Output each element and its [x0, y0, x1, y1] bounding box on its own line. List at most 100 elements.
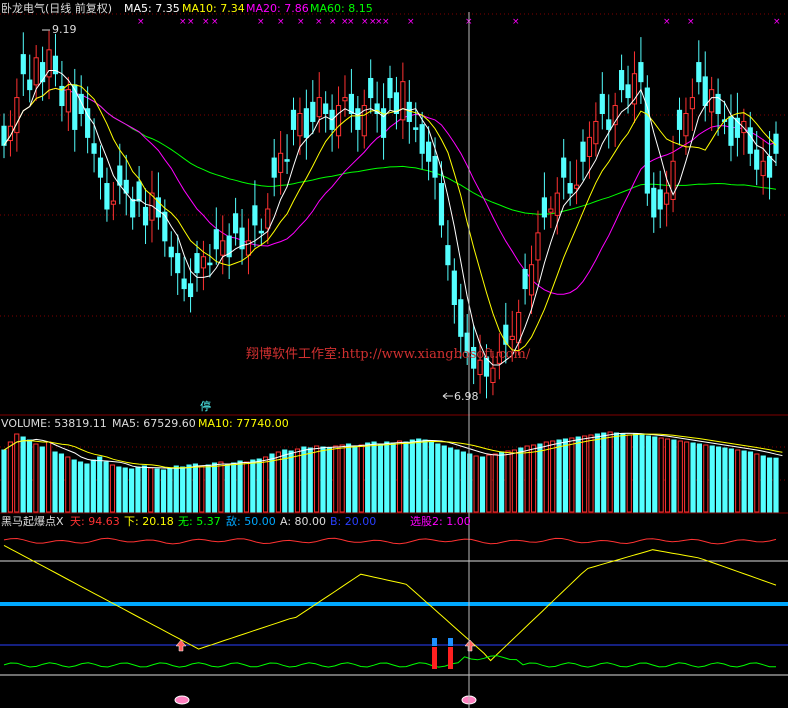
volume-bar: [422, 439, 428, 513]
volume-bar: [160, 469, 167, 513]
volume-bar: [307, 447, 313, 513]
candle-body: [766, 155, 773, 178]
volume-bar: [396, 440, 403, 513]
signal-bar: [432, 647, 437, 669]
volume-bar: [103, 461, 109, 513]
candle-body: [168, 246, 174, 258]
candle-body: [400, 81, 406, 121]
watermark: 翔博软件工作室:http://www.xiangbosoft.com/: [246, 346, 531, 362]
candle-body: [65, 89, 71, 113]
candle-body: [573, 184, 580, 189]
candle-body: [426, 141, 432, 162]
candle-body: [702, 76, 708, 107]
stock-chart[interactable]: ×××××××××××××××××××××× 翔博软件工作室:http://ww…: [0, 0, 788, 708]
volume-bar: [243, 461, 250, 513]
candle-body: [458, 299, 464, 337]
signal-x-mark: ×: [211, 17, 219, 27]
volume-bar: [767, 457, 773, 513]
candle-body: [355, 108, 361, 130]
volume-bar: [275, 451, 281, 513]
volume-bar: [613, 432, 620, 513]
volume-bar: [390, 442, 396, 513]
volume-bar: [377, 443, 384, 513]
wu-line: [3, 655, 777, 668]
signal-x-mark: ×: [361, 17, 369, 27]
volume-bar: [747, 451, 754, 513]
volume-bar: [326, 447, 332, 513]
volume-bar: [435, 443, 441, 513]
volume-bar: [141, 465, 147, 513]
volume-bar: [39, 446, 45, 513]
candle-body: [664, 192, 670, 205]
volume-bar: [148, 467, 154, 513]
candle-body: [200, 256, 207, 269]
candle-body: [586, 136, 593, 157]
volume-bar: [250, 459, 256, 513]
candle-body: [580, 141, 586, 162]
candle-body: [20, 54, 26, 75]
volume-bar: [543, 441, 549, 513]
volume-bar: [760, 455, 766, 513]
volume-bar: [505, 450, 511, 513]
signal-x-mark: ×: [512, 17, 520, 27]
b-label: B: 20.00: [330, 515, 376, 528]
candle-body: [136, 181, 142, 202]
volume-bar: [492, 453, 498, 513]
volume-bar: [116, 466, 122, 513]
volume-bar: [180, 466, 186, 513]
wu-label: 无: 5.37: [178, 515, 221, 528]
volume-bar: [773, 457, 779, 513]
candle-body: [181, 278, 187, 290]
candle-body: [754, 149, 760, 170]
volume-bar: [499, 451, 505, 513]
volume-bar: [218, 461, 224, 513]
candle-body: [284, 159, 290, 162]
candle-body: [548, 208, 554, 213]
di-label: 敌: 50.00: [226, 514, 276, 528]
ma20-label: MA20: 7.86: [246, 2, 309, 15]
candle-body: [528, 264, 535, 296]
candle-body: [14, 97, 20, 134]
candle-body: [554, 192, 560, 216]
candle-body: [503, 324, 509, 345]
volume-bar: [703, 444, 709, 513]
tian-line: [3, 537, 777, 545]
volume-bar: [294, 448, 301, 513]
candle-body: [683, 113, 689, 137]
volume-bar: [677, 440, 683, 513]
volume-bar: [33, 443, 39, 513]
candle-body: [625, 84, 631, 99]
volume-bar: [467, 453, 473, 513]
signal-x-mark: ×: [315, 17, 323, 27]
candle-body: [162, 211, 168, 242]
ma60-label: MA60: 8.15: [310, 2, 373, 15]
signal-bar: [448, 647, 453, 669]
candle-body: [419, 124, 425, 154]
volume-bar: [524, 445, 530, 513]
candle-body: [676, 109, 683, 130]
candle-body: [104, 183, 110, 210]
candle-body: [657, 189, 663, 210]
volume-bar: [601, 432, 607, 513]
volume-bar: [256, 458, 262, 513]
volume-bar: [52, 451, 58, 513]
volume-bar: [416, 438, 422, 513]
signal-x-mark: ×: [407, 17, 415, 27]
volume-bar: [224, 463, 230, 513]
candle-body: [290, 109, 297, 130]
volume-bar: [186, 464, 192, 513]
candle-body: [413, 127, 419, 130]
candle-body: [213, 229, 219, 250]
candle-body: [728, 116, 734, 146]
volume-bar: [562, 438, 569, 513]
volume-bar: [645, 435, 651, 513]
candle-body: [445, 245, 451, 266]
volume-bar: [71, 459, 77, 513]
volume-bar: [352, 445, 358, 513]
volume-bar: [26, 439, 33, 513]
volume-bar: [741, 450, 747, 513]
candle-body: [187, 283, 194, 298]
volume-bar: [511, 449, 518, 513]
volume-bar: [14, 433, 20, 513]
ma10-label: MA10: 7.34: [182, 2, 245, 15]
